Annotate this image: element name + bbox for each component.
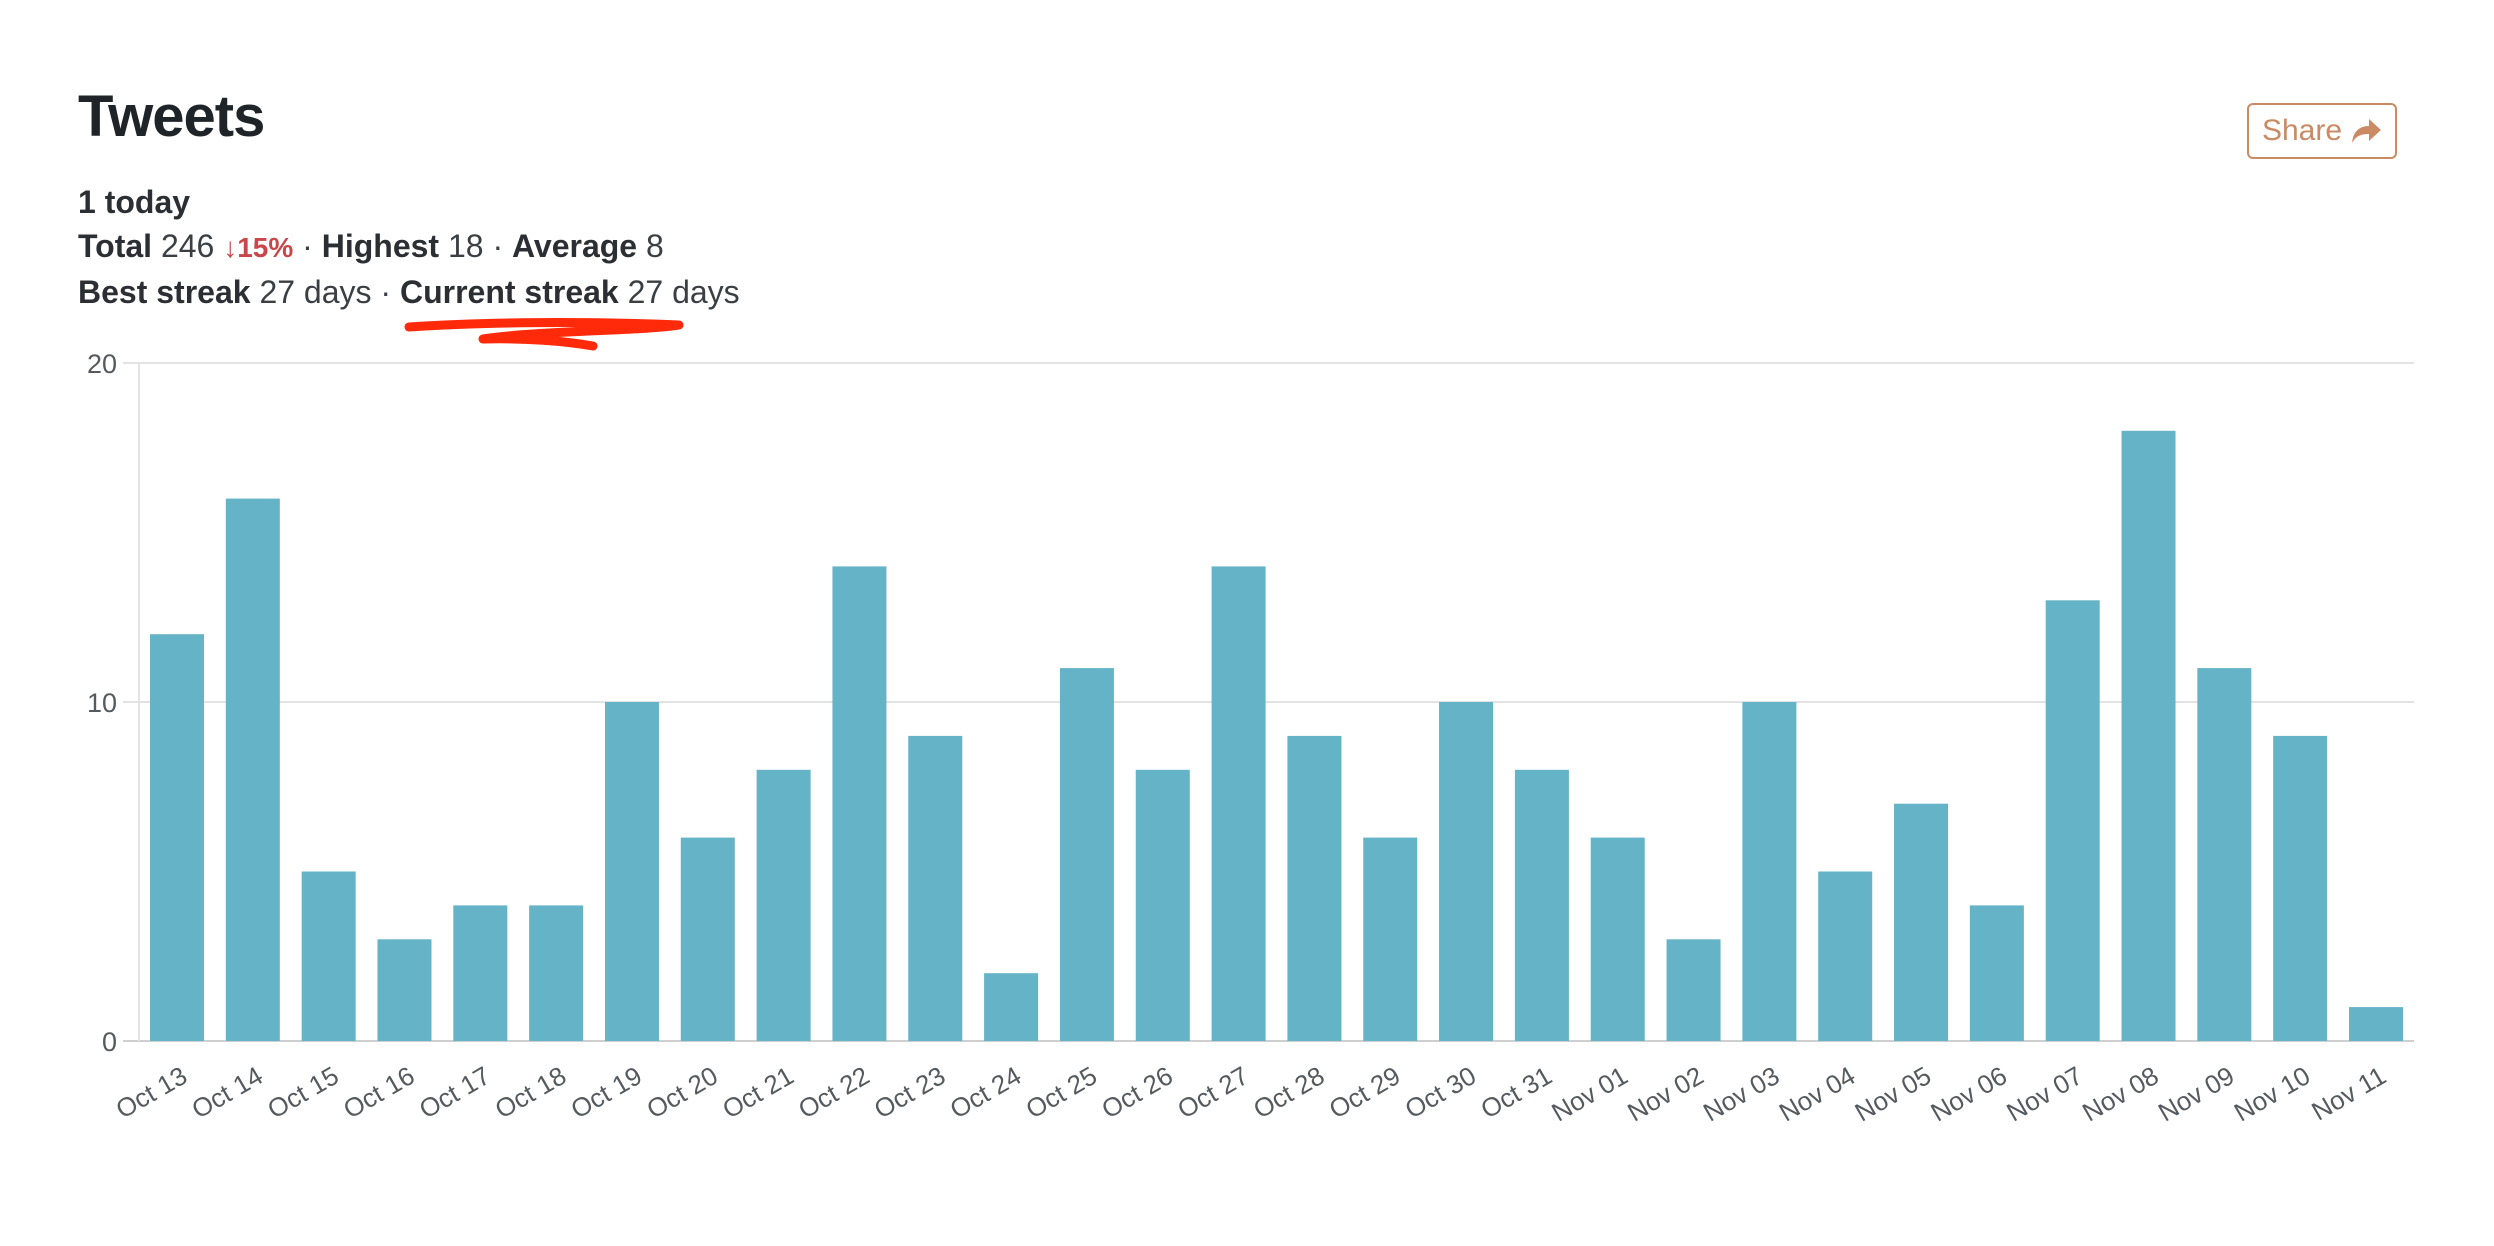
bar-oct-24[interactable] [984,973,1039,1041]
x-tick-label: Oct 30 [1400,1060,1481,1124]
totals-line: Total 246 ↓15% · Highest 18 · Average 8 [78,224,740,270]
share-label: Share [2261,114,2343,147]
bar-nov-09[interactable] [2197,668,2252,1041]
page-title: Tweets [78,84,265,149]
x-tick-label: Oct 24 [945,1060,1026,1124]
separator: · [492,228,504,264]
x-tick-label: Oct 15 [262,1060,343,1124]
stats-summary: 1 today Total 246 ↓15% · Highest 18 · Av… [78,180,740,314]
x-tick-label: Nov 01 [1546,1060,1632,1127]
bar-oct-14[interactable] [225,498,280,1042]
x-tick-label: Oct 14 [186,1060,267,1124]
x-tick-label: Oct 26 [1096,1060,1177,1124]
average-label: Average [511,228,638,264]
best-streak-value: 27 days [259,274,372,310]
today-line: 1 today [78,180,740,224]
bar-nov-04[interactable] [1818,871,1873,1042]
bar-nov-03[interactable] [1742,702,1797,1041]
x-tick-label: Nov 04 [1774,1060,1860,1127]
x-tick-label: Nov 09 [2153,1060,2239,1127]
bar-nov-01[interactable] [1590,837,1645,1041]
x-tick-label: Oct 13 [111,1060,192,1124]
bar-oct-26[interactable] [1135,769,1190,1041]
x-tick-label: Nov 05 [1850,1060,1936,1127]
x-tick-label: Oct 22 [793,1060,874,1124]
bar-nov-11[interactable] [2349,1007,2403,1041]
x-tick-label: Nov 03 [1698,1060,1784,1127]
separator: · [302,228,313,264]
bar-nov-05[interactable] [1894,803,1949,1041]
bar-oct-23[interactable] [908,735,963,1041]
bar-oct-27[interactable] [1211,566,1266,1041]
bar-oct-18[interactable] [529,905,584,1041]
total-label: Total [78,228,153,264]
x-tick-label: Oct 23 [869,1060,950,1124]
x-tick-label: Oct 25 [1021,1060,1102,1124]
x-tick-label: Oct 17 [414,1060,495,1124]
total-value: 246 [160,228,215,264]
x-tick-label: Oct 31 [1476,1060,1557,1124]
highest-label: Highest [321,228,440,264]
bar-nov-02[interactable] [1666,939,1721,1041]
x-tick-label: Oct 19 [566,1060,647,1124]
x-tick-label: Oct 16 [338,1060,419,1124]
bar-oct-16[interactable] [377,939,432,1041]
bar-oct-21[interactable] [756,769,811,1041]
bar-oct-28[interactable] [1287,735,1342,1041]
x-tick-label: Nov 02 [1622,1060,1708,1127]
x-tick-label: Oct 21 [717,1060,798,1124]
bar-oct-19[interactable] [604,702,659,1041]
bar-oct-31[interactable] [1514,769,1569,1041]
bar-oct-17[interactable] [453,905,508,1041]
streak-line: Best streak 27 days · Current streak 27 … [78,270,740,314]
bar-oct-29[interactable] [1363,837,1418,1041]
bar-nov-07[interactable] [2045,600,2100,1041]
x-tick-label: Nov 06 [1926,1060,2012,1127]
average-value: 8 [645,228,664,264]
x-tick-label: Oct 27 [1172,1060,1253,1124]
bar-oct-22[interactable] [832,566,887,1041]
x-tick-label: Nov 11 [2306,1060,2391,1126]
y-tick-label: 10 [87,688,117,718]
bar-oct-15[interactable] [301,871,356,1042]
highest-value: 18 [447,228,484,264]
separator: · [380,274,392,310]
x-tick-label: Oct 29 [1324,1060,1405,1124]
x-tick-label: Nov 10 [2229,1060,2315,1127]
x-tick-label: Nov 08 [2077,1060,2163,1127]
today-value: 1 [78,184,96,220]
x-tick-label: Oct 28 [1248,1060,1329,1124]
y-tick-label: 20 [87,349,117,379]
current-streak-value: 27 days [627,274,740,310]
today-label: today [104,184,191,220]
share-button[interactable]: Share [2247,103,2397,159]
current-streak-label: Current streak [399,274,619,310]
best-streak-label: Best streak [78,274,251,310]
bar-nov-06[interactable] [1969,905,2024,1041]
bar-oct-20[interactable] [680,837,735,1041]
bar-nov-08[interactable] [2121,430,2176,1041]
y-tick-label: 0 [102,1027,117,1057]
x-tick-label: Oct 20 [641,1060,722,1124]
x-tick-label: Nov 07 [2001,1060,2087,1127]
share-arrow-icon [2352,119,2382,143]
x-tick-label: Oct 18 [490,1060,571,1124]
total-change-badge: ↓15% [223,232,294,263]
bar-oct-13[interactable] [150,634,204,1041]
bar-nov-10[interactable] [2273,735,2328,1041]
bar-oct-30[interactable] [1439,702,1494,1041]
bar-oct-25[interactable] [1059,668,1114,1041]
